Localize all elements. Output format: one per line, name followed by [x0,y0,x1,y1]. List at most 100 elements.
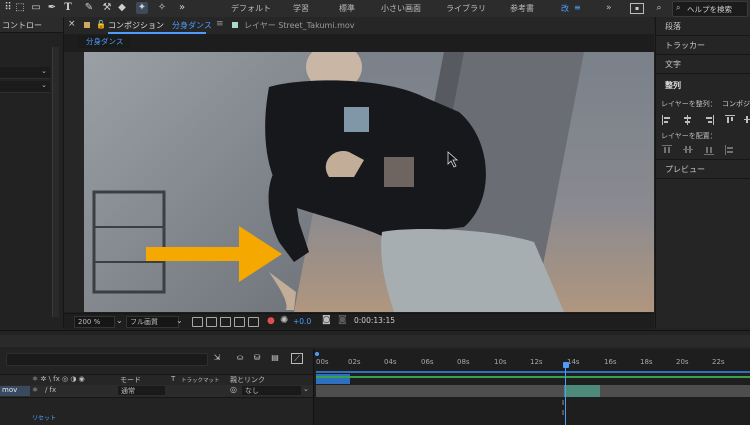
layer-clip-segment[interactable] [564,385,600,397]
color-management-icon[interactable]: ✺ [280,315,288,326]
cti-marker-icon: I [562,399,565,407]
grid-guides-icon[interactable] [248,317,259,327]
layer-name[interactable]: mov [0,386,30,396]
layer-mode-select[interactable]: 通常 [118,386,165,395]
align-top-icon[interactable] [725,115,735,125]
current-time-display[interactable]: 0:00:13:15 [354,316,395,325]
resolution-select[interactable]: フル画質 [126,316,179,328]
chevron-down-icon[interactable]: ⌄ [303,385,309,393]
workspace-libraries[interactable]: ライブラリ [446,3,486,14]
preview-panel-header[interactable]: プレビュー [656,160,750,179]
layer-search-input[interactable] [6,353,208,366]
help-search-input[interactable]: ⌕ ヘルプを検索 [672,1,748,17]
mode-column-header[interactable]: モード [120,375,141,385]
show-snapshot-icon[interactable]: ◙ [338,315,347,325]
workspace-menu-icon[interactable]: ≡ [574,3,581,12]
left-panel-scrollbar[interactable] [52,47,59,317]
motion-blur-icon[interactable]: ⟋ [291,353,303,364]
distribute-bottom-icon[interactable] [704,145,714,155]
effect-controls-panel: コントロー ⌄ ⌄ [0,17,64,328]
align-to-select[interactable]: コンポジシ [722,99,750,109]
rectangle-tool-icon[interactable]: ▭ [30,2,42,14]
chevron-down-icon: ⌄ [41,67,47,75]
toolbar-expand-icon[interactable]: » [176,2,188,14]
t-column-header[interactable]: T [171,375,175,383]
align-to-label: レイヤーを整列： [661,100,717,108]
zoom-select[interactable]: 200 % [74,316,115,328]
workspace-learn[interactable]: 学習 [293,3,309,14]
layer-parent-select[interactable]: なし [242,386,301,395]
effect-dropdown-1[interactable]: ⌄ [0,67,50,79]
pen-tool-icon[interactable]: ✒ [46,2,58,14]
help-search-placeholder: ヘルプを検索 [687,5,732,14]
composition-viewer[interactable] [64,52,654,312]
display-toggle-icon[interactable]: ▪ [630,3,644,14]
zoom-value: 200 % [78,318,101,326]
work-area-bar[interactable] [316,371,750,373]
playhead-handle[interactable] [563,362,569,368]
transparency-grid-icon[interactable] [206,317,217,327]
layer-duration-bar[interactable] [316,385,750,397]
region-of-interest-icon[interactable] [234,317,245,327]
clone-stamp-icon[interactable]: ⚒ [101,2,113,14]
reset-link[interactable]: リセット [32,413,56,422]
shy-layers-icon[interactable]: ⛁ [252,353,262,362]
comp-flowchart-icon[interactable]: ⇲ [212,353,222,362]
lasso-selection-icon[interactable]: ⠿ [2,2,14,14]
align-right-icon[interactable] [704,115,714,125]
comp-breadcrumb[interactable]: 分身ダンス [78,36,132,48]
tracker-panel-header[interactable]: トラッカー [656,36,750,55]
chevron-down-icon[interactable]: ⌄ [116,316,123,325]
toolbar-overflow-icon[interactable]: » [606,3,612,13]
distribute-label: レイヤーを配置： [661,132,717,140]
pickwhip-icon[interactable]: ◎ [230,385,237,394]
type-tool-icon[interactable]: T [62,2,74,14]
workspace-reference[interactable]: 参考書 [510,3,534,14]
workspace-small-screen[interactable]: 小さい画面 [381,3,421,14]
layer-row[interactable]: mov ⚛ / fx 通常 ◎ なし ⌄ [0,385,313,398]
paragraph-title: 段落 [665,22,681,31]
align-hcenter-icon[interactable] [683,115,693,125]
work-area-start-icon[interactable] [315,352,319,356]
character-panel-header[interactable]: 文字 [656,55,750,74]
parent-link-column-header[interactable]: 親とリンク [230,375,265,385]
comp-tab-name[interactable]: 分身ダンス [172,20,212,31]
ruler-tick: 12s [530,358,543,366]
frame-blending-icon[interactable]: ▤ [270,353,280,362]
marquee-icon[interactable]: ⬚ [14,2,26,14]
eraser-tool-icon[interactable]: ◆ [116,2,128,14]
exposure-value[interactable]: +0.0 [293,317,311,326]
close-icon[interactable]: × [68,19,76,29]
effect-dropdown-2[interactable]: ⌄ [0,81,50,93]
mask-visibility-icon[interactable] [220,317,231,327]
trackmatte-column-header[interactable]: トラックマット [181,376,220,384]
brush-tool-icon[interactable]: ✎ [83,2,95,14]
distribute-top-icon[interactable] [662,145,672,155]
right-panels: 段落 トラッカー 文字 整列 レイヤーを整列： コンポジシ レイヤーを配置： プ… [655,17,750,328]
distribute-vcenter-icon[interactable] [683,145,693,155]
layer-switches[interactable]: ⚛ / fx [32,386,56,394]
chevron-down-icon[interactable]: ⌄ [176,316,183,325]
comp-tab-label[interactable]: コンポジション [108,20,164,31]
fast-preview-icon[interactable] [192,317,203,327]
draft-3d-icon[interactable]: ⛀ [235,353,245,362]
roto-brush-icon[interactable]: ✦ [136,2,148,14]
distribute-left-icon[interactable] [725,145,735,155]
switches-header-icons: ⚛ ✲ \ fx ◎ ◑ ◉ [32,375,85,383]
paragraph-panel-header[interactable]: 段落 [656,17,750,36]
workspace-custom[interactable]: 改 [561,3,569,14]
lock-icon[interactable]: 🔓 [96,20,106,29]
search-help-icon[interactable]: ⌕ [653,2,665,14]
preview-title: プレビュー [665,165,705,174]
workspace-standard[interactable]: 標準 [339,3,355,14]
menu-icon[interactable]: ≡ [216,19,224,29]
layer-tab[interactable]: レイヤー Street_Takumi.mov [244,20,355,31]
align-vcenter-icon[interactable] [744,115,750,125]
workspace-default[interactable]: デフォルト [231,3,271,14]
color-channels-icon[interactable]: ● [267,316,275,326]
effect-controls-tab[interactable]: コントロー [0,17,63,33]
puppet-pin-icon[interactable]: ✧ [156,2,168,14]
snapshot-camera-icon[interactable]: ◙ [322,315,331,325]
align-left-icon[interactable] [662,115,672,125]
tools-toolbar: ⠿ ⬚ ▭ ✒ T ✎ ⚒ ◆ ✦ ✧ » デフォルト 学習 標準 小さい画面 … [0,0,750,18]
